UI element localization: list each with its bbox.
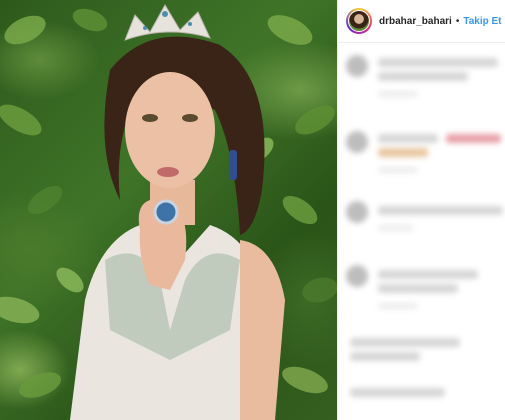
username-link[interactable]: drbahar_bahari	[379, 16, 452, 27]
post-image[interactable]	[0, 0, 337, 420]
separator-dot: •	[455, 15, 460, 27]
avatar[interactable]	[346, 8, 372, 34]
comments-list-blurred	[338, 43, 505, 419]
avatar	[346, 265, 368, 287]
avatar	[346, 55, 368, 77]
post-photo	[0, 4, 337, 420]
avatar-image	[348, 10, 370, 32]
avatar	[346, 201, 368, 223]
post-header: drbahar_bahari • Takip Et	[338, 0, 505, 43]
post-side-panel: drbahar_bahari • Takip Et	[337, 0, 505, 420]
follow-button[interactable]: Takip Et	[463, 16, 501, 27]
avatar	[346, 131, 368, 153]
